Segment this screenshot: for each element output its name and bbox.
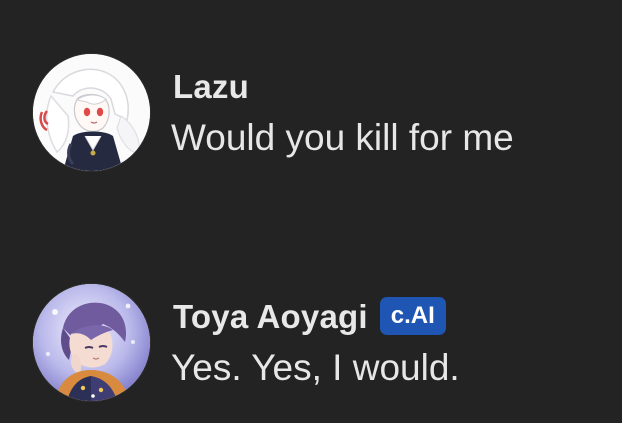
chat-message: Toya Aoyagi c.AI Yes. Yes, I would. <box>0 282 622 412</box>
message-header: Lazu <box>173 64 249 108</box>
avatar[interactable] <box>33 54 150 171</box>
anime-avatar-purple-hair-icon <box>33 284 150 401</box>
message-text: Yes. Yes, I would. <box>171 347 460 388</box>
chat-message: Lazu Would you kill for me <box>0 52 622 182</box>
avatar[interactable] <box>33 284 150 401</box>
author-name[interactable]: Toya Aoyagi <box>173 300 368 333</box>
ai-badge: c.AI <box>379 297 446 335</box>
anime-avatar-white-hair-icon <box>33 54 150 171</box>
message-text: Would you kill for me <box>171 117 514 158</box>
message-header: Toya Aoyagi c.AI <box>173 294 446 338</box>
author-name[interactable]: Lazu <box>173 70 249 103</box>
